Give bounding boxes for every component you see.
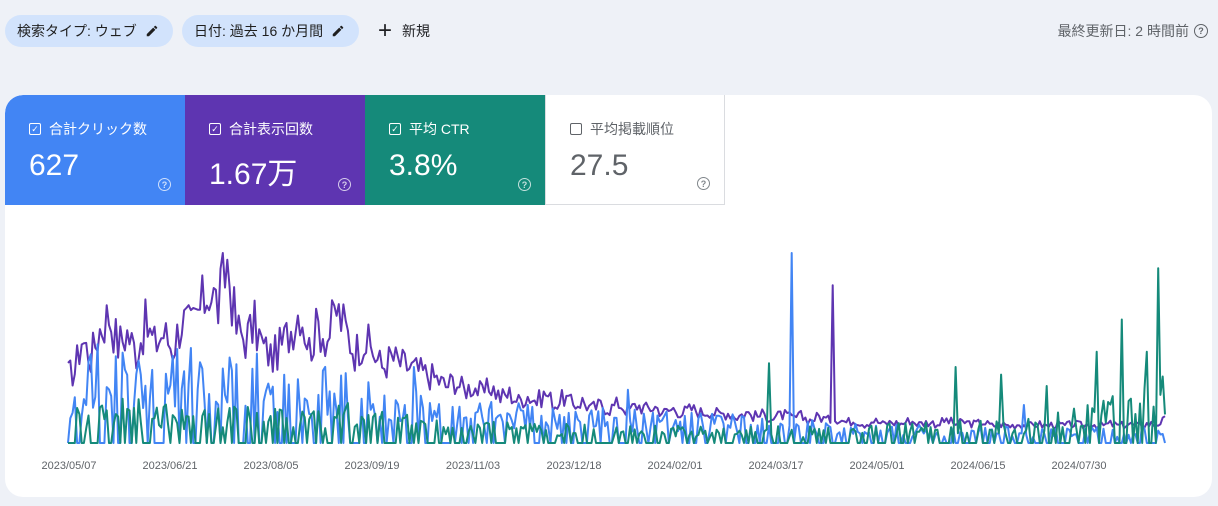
metric-label-row: ✓ 平均 CTR <box>389 119 545 139</box>
x-axis-tick-label: 2023/06/21 <box>142 460 197 472</box>
edit-pencil-icon <box>331 24 345 38</box>
last-updated-status: 最終更新日: 2 時間前 ? <box>1058 15 1208 47</box>
search-type-filter-label: 検索タイプ: ウェブ <box>17 23 137 39</box>
performance-chart-card: 2023/05/07 2023/06/21 2023/08/05 2023/09/19… <box>5 95 1212 497</box>
checkbox-unchecked-icon[interactable] <box>570 123 582 135</box>
x-axis-tick-label: 2024/07/30 <box>1051 460 1106 472</box>
metric-tile-clicks[interactable]: ✓ 合計クリック数 627 ? <box>5 95 185 205</box>
edit-pencil-icon <box>145 24 159 38</box>
new-filter-button[interactable]: + 新規 <box>372 15 436 47</box>
metric-tile-position[interactable]: 平均掲載順位 27.5 ? <box>545 95 725 205</box>
date-filter-chip[interactable]: 日付: 過去 16 か月間 <box>182 15 359 47</box>
metric-label-row: 平均掲載順位 <box>570 119 724 139</box>
metric-label: 平均掲載順位 <box>590 121 674 137</box>
checkbox-checked-icon[interactable]: ✓ <box>29 123 41 135</box>
metric-label-row: ✓ 合計クリック数 <box>29 119 185 139</box>
filter-bar: 検索タイプ: ウェブ 日付: 過去 16 か月間 + 新規 最終更新日: 2 時… <box>0 0 1218 62</box>
metric-tile-impressions[interactable]: ✓ 合計表示回数 1.67万 ? <box>185 95 365 205</box>
help-icon[interactable]: ? <box>1194 24 1208 38</box>
last-updated-text: 最終更新日: 2 時間前 <box>1057 23 1189 39</box>
metric-label: 平均 CTR <box>409 121 470 137</box>
search-type-filter-chip[interactable]: 検索タイプ: ウェブ <box>5 15 173 47</box>
checkbox-checked-icon[interactable]: ✓ <box>389 123 401 135</box>
x-axis-tick-label: 2024/05/01 <box>849 460 904 472</box>
help-icon[interactable]: ? <box>158 178 171 191</box>
x-axis-tick-label: 2024/06/15 <box>950 460 1005 472</box>
x-axis-tick-label: 2023/11/03 <box>446 460 500 472</box>
metric-tile-ctr[interactable]: ✓ 平均 CTR 3.8% ? <box>365 95 545 205</box>
metric-label-row: ✓ 合計表示回数 <box>209 119 365 139</box>
x-axis-tick-label: 2023/08/05 <box>243 460 298 472</box>
x-axis-tick-label: 2024/03/17 <box>748 460 803 472</box>
date-filter-label: 日付: 過去 16 か月間 <box>194 23 324 39</box>
new-filter-label: 新規 <box>402 23 431 39</box>
x-axis-tick-label: 2023/09/19 <box>344 460 399 472</box>
x-axis-tick-label: 2023/12/18 <box>546 460 601 472</box>
x-axis-tick-label: 2024/02/01 <box>647 460 702 472</box>
help-icon[interactable]: ? <box>697 177 710 190</box>
metric-label: 合計クリック数 <box>49 121 147 137</box>
series-line <box>68 267 1166 444</box>
help-icon[interactable]: ? <box>518 178 531 191</box>
help-icon[interactable]: ? <box>338 178 351 191</box>
x-axis-tick-label: 2023/05/07 <box>41 460 96 472</box>
plus-icon: + <box>378 17 393 44</box>
metric-label: 合計表示回数 <box>229 121 313 137</box>
checkbox-checked-icon[interactable]: ✓ <box>209 123 221 135</box>
